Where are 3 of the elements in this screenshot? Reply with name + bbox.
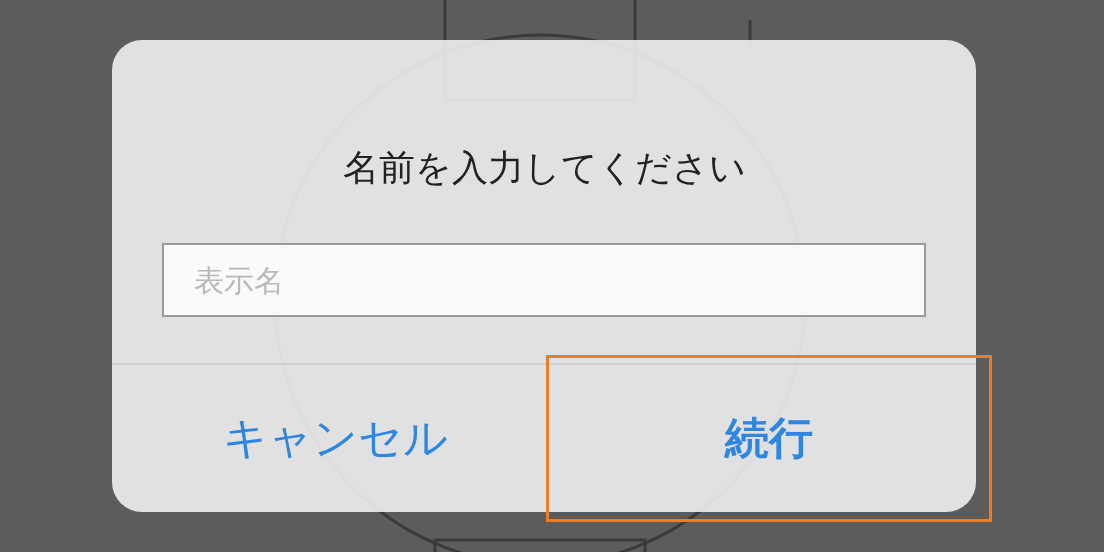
name-input-field[interactable]: 表示名 [162,243,926,317]
continue-button[interactable]: 続行 [546,355,992,522]
dialog-title: 名前を入力してください [342,146,746,190]
